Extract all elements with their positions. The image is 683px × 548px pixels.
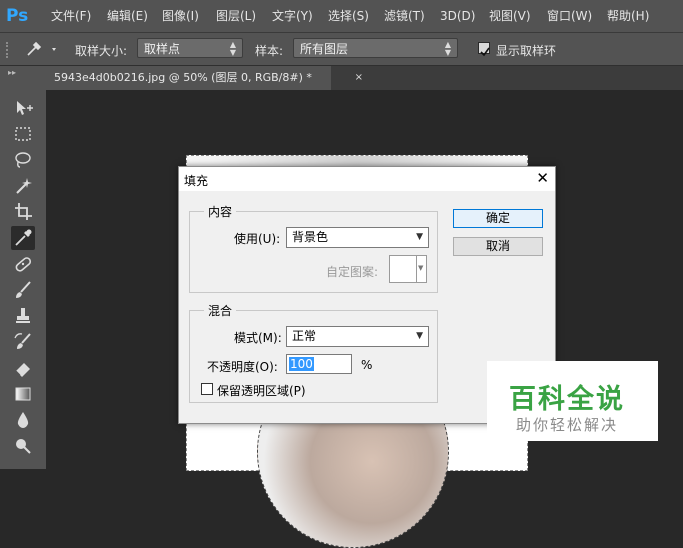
healing-brush-icon: [15, 257, 32, 272]
options-bar-grip[interactable]: [6, 42, 12, 58]
tool-history-brush[interactable]: [11, 330, 35, 354]
photoshop-logo: Ps: [6, 6, 29, 26]
eraser-icon: [15, 363, 30, 377]
menu-window[interactable]: 窗口(W): [547, 9, 592, 23]
custom-pattern-picker[interactable]: ▼: [389, 255, 427, 283]
tool-eraser[interactable]: [11, 356, 35, 380]
tool-gradient[interactable]: [11, 382, 35, 406]
eyedropper-icon: [15, 229, 32, 246]
panel-collapse-icon[interactable]: ▸▸: [8, 68, 16, 77]
sample-value: 所有图层: [300, 42, 349, 56]
menu-image[interactable]: 图像(I): [162, 9, 199, 23]
mode-select[interactable]: 正常 ▼: [286, 326, 429, 347]
menu-file[interactable]: 文件(F): [51, 9, 91, 23]
close-icon[interactable]: ✕: [536, 170, 549, 186]
watermark: 百科全说 助你轻松解决: [487, 361, 658, 441]
tool-brush[interactable]: [11, 278, 35, 302]
eyedropper-icon: [27, 41, 56, 56]
use-label: 使用(U):: [234, 232, 281, 246]
rect-marquee-icon: [15, 127, 31, 141]
use-value: 背景色: [292, 230, 329, 244]
menu-help[interactable]: 帮助(H): [607, 9, 649, 23]
sample-size-select[interactable]: 取样点 ▲ ▼: [137, 38, 243, 58]
crop-icon: [15, 203, 32, 220]
tool-healing[interactable]: [11, 252, 35, 276]
brush-icon: [16, 281, 31, 298]
menu-3d[interactable]: 3D(D): [440, 9, 475, 23]
tool-crop[interactable]: [11, 200, 35, 224]
chevron-down-icon: ▼: [416, 232, 423, 242]
menu-view[interactable]: 视图(V): [489, 9, 531, 23]
menu-type[interactable]: 文字(Y): [272, 9, 313, 23]
tool-eyedropper[interactable]: [11, 226, 35, 250]
mode-value: 正常: [292, 329, 317, 343]
lasso-icon: [15, 152, 31, 168]
chevron-down-icon: [52, 48, 56, 51]
blending-group: 混合 模式(M): 正常 ▼ 不透明度(O): 100 % 保留透明区域(P): [189, 302, 438, 403]
spinner-arrows-icon: ▲ ▼: [229, 40, 236, 57]
tool-lasso[interactable]: [11, 148, 35, 172]
tool-stamp[interactable]: [11, 304, 35, 328]
contents-legend: 内容: [204, 203, 237, 220]
document-tab-bar: 5943e4d0b0216.jpg @ 50% (图层 0, RGB/8#) *…: [46, 66, 683, 90]
move-icon: [17, 101, 33, 115]
menu-layer[interactable]: 图层(L): [216, 9, 256, 23]
watermark-title: 百科全说: [509, 384, 625, 415]
tool-marquee[interactable]: [11, 122, 35, 146]
pattern-divider: [416, 256, 417, 282]
use-select[interactable]: 背景色 ▼: [286, 227, 429, 248]
dodge-icon: [16, 439, 31, 454]
menu-bar: Ps 文件(F) 编辑(E) 图像(I) 图层(L) 文字(Y) 选择(S) 滤…: [0, 0, 683, 33]
options-bar: 取样大小: 取样点 ▲ ▼ 样本: 所有图层 ▲ ▼: [0, 33, 683, 66]
chevron-down-icon: ▼: [418, 264, 424, 272]
dialog-title: 填充: [184, 174, 209, 188]
blending-legend: 混合: [204, 302, 237, 319]
opacity-input[interactable]: 100: [286, 354, 352, 374]
preserve-transparency-checkbox[interactable]: [201, 383, 213, 395]
blur-icon: [17, 412, 29, 428]
history-brush-icon: [14, 333, 31, 349]
menu-filter[interactable]: 滤镜(T): [384, 9, 425, 23]
tool-move[interactable]: [11, 96, 35, 120]
sample-select[interactable]: 所有图层 ▲ ▼: [293, 38, 458, 58]
chevron-down-icon: ▼: [416, 331, 423, 341]
close-tab-icon[interactable]: ×: [355, 66, 363, 90]
checkmark-icon: [480, 47, 490, 57]
ok-button[interactable]: 确定: [453, 209, 543, 228]
clone-stamp-icon: [16, 308, 30, 323]
tool-magic-wand[interactable]: [11, 174, 35, 198]
sample-size-label: 取样大小:: [75, 44, 128, 58]
watermark-subtitle: 助你轻松解决: [516, 416, 619, 434]
opacity-unit: %: [361, 358, 373, 372]
cancel-button[interactable]: 取消: [453, 237, 543, 256]
tool-dodge[interactable]: [11, 434, 35, 458]
dialog-titlebar[interactable]: 填充 ✕: [179, 167, 555, 191]
document-tab[interactable]: 5943e4d0b0216.jpg @ 50% (图层 0, RGB/8#) *…: [46, 66, 363, 90]
tools-panel: ▸▸: [0, 66, 47, 469]
mode-label: 模式(M):: [234, 331, 282, 345]
sample-size-value: 取样点: [144, 42, 181, 56]
magic-wand-icon: [16, 178, 32, 194]
gradient-icon: [15, 387, 31, 401]
opacity-label: 不透明度(O):: [207, 360, 278, 374]
sample-label: 样本:: [255, 44, 284, 58]
document-title: 5943e4d0b0216.jpg @ 50% (图层 0, RGB/8#) *: [54, 71, 312, 84]
custom-pattern-label: 自定图案:: [326, 265, 379, 279]
spinner-arrows-icon: ▲ ▼: [444, 40, 451, 57]
show-ring-checkbox[interactable]: [478, 42, 490, 57]
tool-preset-picker[interactable]: [22, 39, 62, 59]
menu-edit[interactable]: 编辑(E): [107, 9, 148, 23]
menu-select[interactable]: 选择(S): [328, 9, 369, 23]
show-ring-label: 显示取样环: [496, 44, 557, 58]
opacity-value: 100: [289, 357, 314, 371]
preserve-transparency-label: 保留透明区域(P): [217, 384, 306, 398]
tool-blur[interactable]: [11, 408, 35, 432]
